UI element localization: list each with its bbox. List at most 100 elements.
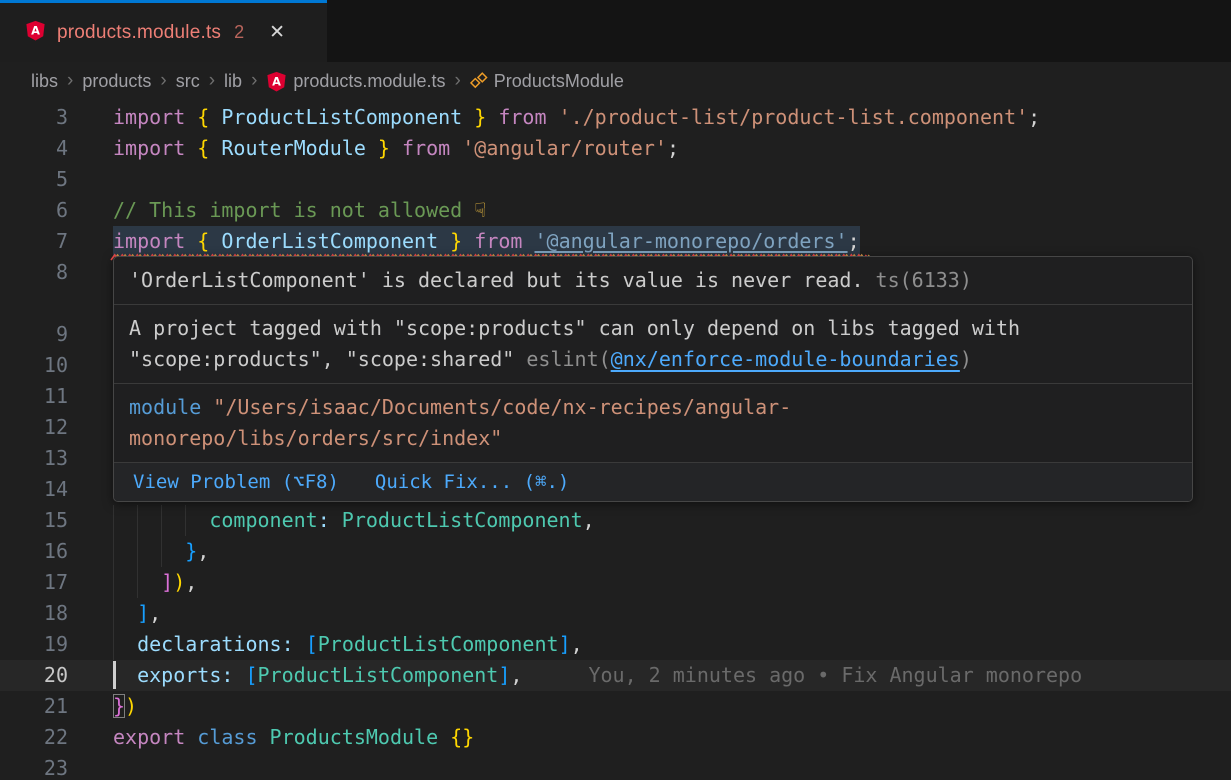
code-line[interactable]: 21}) xyxy=(0,691,1231,722)
line-number[interactable]: 19 xyxy=(0,629,68,660)
code-token: , xyxy=(583,508,595,532)
view-problem-action[interactable]: View Problem (⌥F8) xyxy=(133,467,339,498)
quick-fix-action[interactable]: Quick Fix... (⌘.) xyxy=(375,467,569,498)
indent-guide xyxy=(113,629,114,660)
module-path-section: module "/Users/isaac/Documents/code/nx-r… xyxy=(114,384,1192,463)
code-token: ; xyxy=(1028,105,1040,129)
code-token: exports xyxy=(137,663,221,687)
code-line[interactable]: 20 exports: [ProductListComponent],You, … xyxy=(0,660,1231,691)
code-token: ) xyxy=(173,570,185,594)
module-path-line1: module "/Users/isaac/Documents/code/nx-r… xyxy=(129,392,1177,423)
code-token: export xyxy=(113,725,197,749)
code-content: import { ProductListComponent } from './… xyxy=(113,102,1231,133)
breadcrumb-label: src xyxy=(176,71,200,92)
code-token: RouterModule xyxy=(221,136,366,160)
code-editor[interactable]: 3 import { ProductListComponent } from '.… xyxy=(0,100,1231,780)
code-content: exports: [ProductListComponent],You, 2 m… xyxy=(113,660,1231,691)
code-line[interactable]: 22export class ProductsModule {} xyxy=(0,722,1231,753)
indent-guide xyxy=(137,536,138,567)
code-token xyxy=(113,539,185,563)
line-number[interactable]: 7 xyxy=(0,226,68,257)
code-line[interactable]: 4import { RouterModule } from '@angular/… xyxy=(0,133,1231,164)
breadcrumb-item-products[interactable]: products xyxy=(82,71,151,92)
eslint-error-line2: "scope:products", "scope:shared" eslint(… xyxy=(129,344,1177,375)
code-token: } xyxy=(113,694,125,718)
line-number[interactable]: 9 xyxy=(0,319,68,350)
breadcrumb-label: ProductsModule xyxy=(494,71,624,92)
line-number[interactable]: 23 xyxy=(0,753,68,780)
code-token: ] xyxy=(137,601,149,625)
indent-guide xyxy=(113,567,114,598)
code-token: component xyxy=(209,508,317,532)
code-line[interactable]: 19 declarations: [ProductListComponent], xyxy=(0,629,1231,660)
code-token: , xyxy=(571,632,583,656)
eslint-source-open: eslint( xyxy=(526,347,610,371)
code-token: ] xyxy=(498,663,510,687)
code-line[interactable]: 6 // This import is not allowed ☟ xyxy=(0,195,1231,226)
code-content: import { OrderListComponent } from '@ang… xyxy=(113,226,1231,257)
close-icon[interactable]: ✕ xyxy=(269,21,285,44)
breadcrumb-item-libs[interactable]: libs xyxy=(31,71,58,92)
code-line[interactable]: 16 }, xyxy=(0,536,1231,567)
line-number[interactable]: 17 xyxy=(0,567,68,598)
line-number[interactable]: 18 xyxy=(0,598,68,629)
git-blame-annotation: You, 2 minutes ago • Fix Angular monorep… xyxy=(588,663,1082,687)
code-line[interactable]: 3 import { ProductListComponent } from '.… xyxy=(0,102,1231,133)
code-line[interactable]: 15 component: ProductListComponent, xyxy=(0,505,1231,536)
breadcrumb-label: products.module.ts xyxy=(293,71,445,92)
line-number[interactable]: 22 xyxy=(0,722,68,753)
code-line[interactable]: 5 xyxy=(0,164,1231,195)
breadcrumb-item-products.module.ts[interactable]: A products.module.ts xyxy=(266,71,445,92)
code-line[interactable]: 17 ]), xyxy=(0,567,1231,598)
line-number[interactable]: 20 xyxy=(0,660,68,691)
line-number[interactable]: 5 xyxy=(0,164,68,195)
line-number[interactable]: 14 xyxy=(0,474,68,505)
line-number[interactable]: 11 xyxy=(0,381,68,412)
line-number[interactable]: 3 xyxy=(0,102,68,133)
code-line[interactable]: 23 xyxy=(0,753,1231,780)
eslint-error-line1: A project tagged with "scope:products" c… xyxy=(129,313,1177,344)
code-token: ProductListComponent xyxy=(318,632,559,656)
code-token: , xyxy=(510,663,522,687)
line-number[interactable]: 21 xyxy=(0,691,68,722)
breadcrumb-item-src[interactable]: src xyxy=(176,71,200,92)
code-token: [ xyxy=(245,663,257,687)
breadcrumb-item-lib[interactable]: lib xyxy=(224,71,242,92)
code-token: // This import is not allowed xyxy=(113,198,474,222)
code-token: ; xyxy=(667,136,679,160)
code-token: ProductsModule xyxy=(270,725,451,749)
chevron-right-icon: › xyxy=(209,70,215,92)
code-line[interactable]: 7 import { OrderListComponent } from '@an… xyxy=(0,226,1231,257)
ts-error-section: 'OrderListComponent' is declared but its… xyxy=(114,257,1192,305)
code-token: ] xyxy=(559,632,571,656)
code-token: ProductListComponent xyxy=(258,663,499,687)
line-number[interactable]: 8 xyxy=(0,257,68,288)
line-number[interactable] xyxy=(0,288,68,319)
tab-products-module[interactable]: A products.module.ts 2 ✕ xyxy=(0,0,327,62)
tab-bar: A products.module.ts 2 ✕ xyxy=(0,0,1231,62)
line-number[interactable]: 4 xyxy=(0,133,68,164)
chevron-right-icon: › xyxy=(67,70,73,92)
code-token: from xyxy=(390,136,462,160)
breadcrumb-item-productsmodule[interactable]: ProductsModule xyxy=(470,71,624,92)
line-number[interactable]: 12 xyxy=(0,412,68,443)
code-line[interactable]: 18 ], xyxy=(0,598,1231,629)
line-number[interactable]: 16 xyxy=(0,536,68,567)
indent-guide xyxy=(137,567,138,598)
line-number[interactable]: 15 xyxy=(0,505,68,536)
code-content xyxy=(113,164,1231,195)
code-token: } xyxy=(185,539,197,563)
line-number[interactable]: 10 xyxy=(0,350,68,381)
code-content: component: ProductListComponent, xyxy=(113,505,1231,536)
chevron-right-icon: › xyxy=(160,70,166,92)
line-number[interactable]: 6 xyxy=(0,195,68,226)
code-content: // This import is not allowed ☟ xyxy=(113,195,1231,226)
code-token: , xyxy=(149,601,161,625)
tab-label: products.module.ts xyxy=(57,22,221,44)
line-number[interactable]: 13 xyxy=(0,443,68,474)
eslint-source-close: ) xyxy=(960,347,972,371)
eslint-rule-link[interactable]: @nx/enforce-module-boundaries xyxy=(611,347,960,371)
indent-guide xyxy=(113,536,114,567)
module-path-string1: "/Users/isaac/Documents/code/nx-recipes/… xyxy=(201,395,791,419)
code-token: [ xyxy=(306,632,318,656)
